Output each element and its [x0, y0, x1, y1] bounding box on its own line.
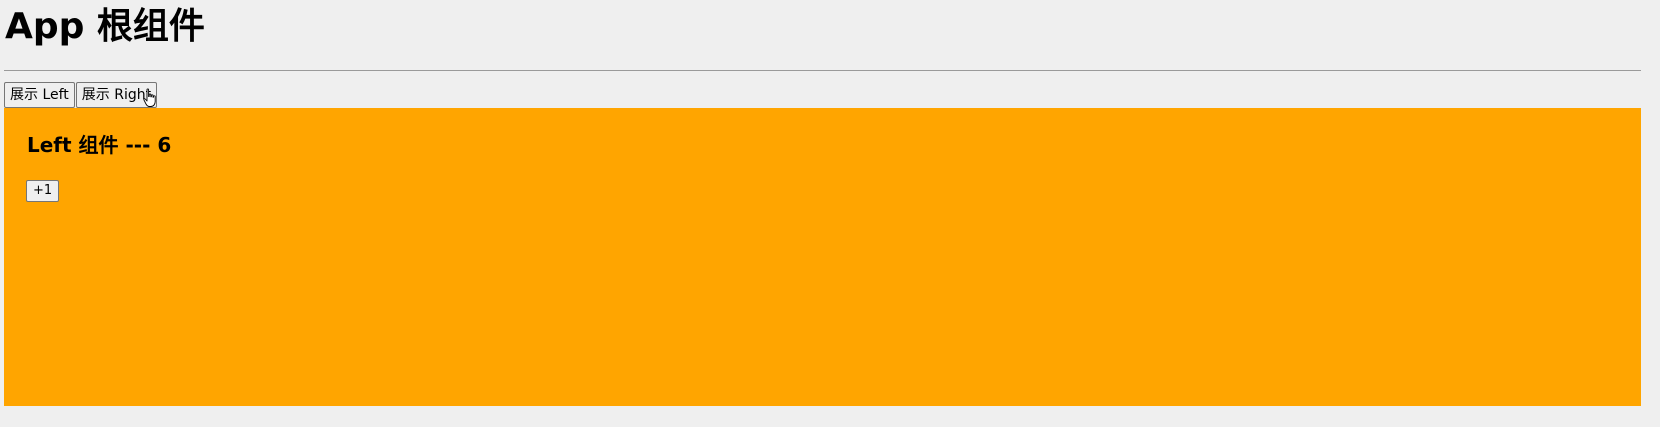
app-title: App 根组件: [5, 6, 205, 47]
app-root: App 根组件 展示 Left 展示 Right Left 组件 --- 6 +…: [0, 0, 1660, 427]
show-left-button[interactable]: 展示 Left: [4, 82, 75, 108]
left-component-heading: Left 组件 --- 6: [27, 133, 172, 157]
tab-button-row: 展示 Left 展示 Right: [4, 82, 158, 108]
divider: [4, 70, 1641, 71]
increment-button[interactable]: +1: [26, 180, 60, 202]
left-component-panel: Left 组件 --- 6 +1: [4, 108, 1641, 406]
show-right-button[interactable]: 展示 Right: [75, 82, 158, 108]
